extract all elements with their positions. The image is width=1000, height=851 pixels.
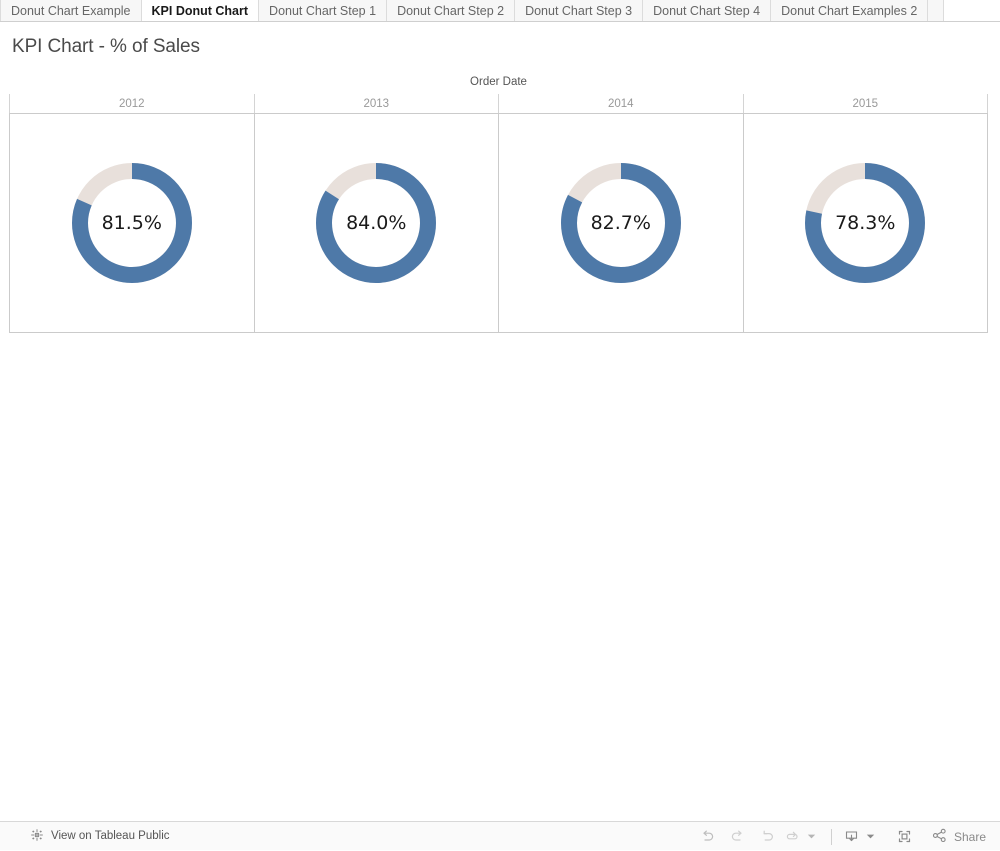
donut-chart-2015[interactable]: 78.3%: [805, 163, 926, 283]
worksheet-tab-donut-chart-step-1[interactable]: Donut Chart Step 1: [259, 0, 388, 21]
chart-pane-2013: 84.0%: [255, 114, 499, 332]
chart-pane-2015: 78.3%: [744, 114, 988, 332]
column-header-2012[interactable]: 2012: [9, 94, 255, 113]
view-on-tableau-public-link[interactable]: View on Tableau Public: [30, 828, 170, 845]
donut-chart-2013[interactable]: 84.0%: [316, 163, 437, 283]
tableau-logo-icon: [30, 828, 44, 845]
redo-button[interactable]: [724, 825, 752, 849]
worksheet-tab-donut-chart-step-2[interactable]: Donut Chart Step 2: [387, 0, 516, 21]
download-button[interactable]: [843, 825, 861, 849]
column-header-2013[interactable]: 2013: [255, 94, 499, 113]
worksheet-tab-donut-chart-examples-2[interactable]: Donut Chart Examples 2: [771, 0, 929, 21]
donut-chart-2012[interactable]: 81.5%: [71, 163, 192, 283]
toolbar-actions: Share: [694, 822, 990, 851]
chart-pane-2014: 82.7%: [499, 114, 744, 332]
worksheet-tab-donut-chart-step-4[interactable]: Donut Chart Step 4: [643, 0, 772, 21]
fullscreen-button[interactable]: [891, 825, 919, 849]
worksheet-tab-donut-chart-step-3[interactable]: Donut Chart Step 3: [515, 0, 644, 21]
column-header-2015[interactable]: 2015: [744, 94, 988, 113]
share-button[interactable]: Share: [927, 827, 990, 847]
view-on-tableau-public-label: View on Tableau Public: [51, 830, 170, 842]
worksheet-tab-overflow[interactable]: [928, 0, 945, 21]
undo-button[interactable]: [694, 825, 722, 849]
toolbar-divider: [830, 828, 832, 845]
worksheet-tab-donut-chart-example[interactable]: Donut Chart Example: [0, 0, 142, 21]
download-dropdown-caret-icon[interactable]: [863, 825, 879, 849]
column-field-label[interactable]: Order Date: [9, 76, 988, 88]
chart-pane-2012: 81.5%: [10, 114, 255, 332]
bottom-toolbar: View on Tableau Public Share: [0, 821, 1000, 850]
donut-chart-2014[interactable]: 82.7%: [560, 163, 681, 283]
share-label: Share: [953, 829, 986, 844]
column-headers: 2012 2013 2014 2015: [9, 94, 988, 113]
refresh-dropdown-caret-icon[interactable]: [804, 825, 820, 849]
worksheet-tab-bar[interactable]: Donut Chart Example KPI Donut Chart Donut …: [0, 0, 1000, 22]
worksheet-tab-kpi-donut-chart[interactable]: KPI Donut Chart: [141, 0, 260, 21]
share-icon: [931, 827, 948, 847]
revert-button[interactable]: [754, 825, 782, 849]
refresh-button[interactable]: [784, 825, 802, 849]
column-header-2014[interactable]: 2014: [499, 94, 744, 113]
page-title: KPI Chart - % of Sales: [12, 36, 200, 57]
chart-panes: 81.5% 84.0% 82.7% 78.3%: [9, 113, 988, 333]
